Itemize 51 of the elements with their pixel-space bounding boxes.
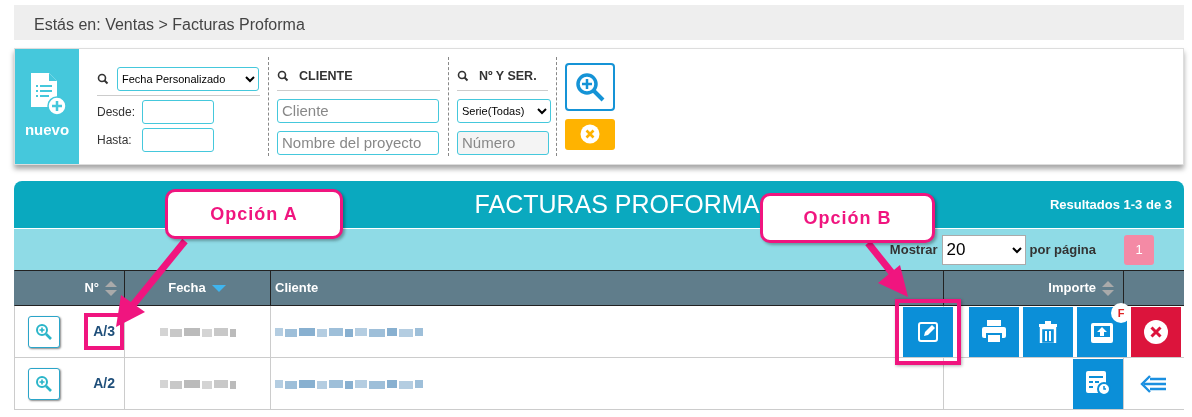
- printer-icon: [981, 319, 1007, 345]
- arrow-left-icon: [1140, 374, 1168, 394]
- number-field[interactable]: Número: [457, 130, 549, 155]
- section-heading: Nº Y SER.: [479, 68, 537, 85]
- delete-button[interactable]: [1023, 307, 1073, 357]
- field-label: Hasta:: [97, 132, 133, 149]
- tray-upload-icon: [1090, 320, 1114, 344]
- close-icon: [580, 124, 600, 145]
- sort-descending-icon[interactable]: [210, 283, 227, 293]
- text-field[interactable]: Nombre del proyecto: [277, 130, 439, 155]
- series-select[interactable]: Serie(Todas): [457, 98, 551, 123]
- per-page-label: por página: [1029, 240, 1096, 259]
- view-button[interactable]: [28, 367, 61, 400]
- cancel-button[interactable]: [1131, 307, 1181, 357]
- date-field[interactable]: [142, 128, 214, 152]
- column-header[interactable]: Cliente: [270, 270, 943, 306]
- search-button[interactable]: [565, 63, 615, 111]
- close-icon: [1144, 320, 1168, 344]
- table-title: FACTURAS PROFORMA: [474, 188, 760, 220]
- page-size-select[interactable]: 20: [941, 234, 1026, 265]
- view-button[interactable]: [28, 315, 61, 348]
- sort-icon[interactable]: [1101, 279, 1115, 297]
- date-field[interactable]: [142, 100, 214, 124]
- badge: F: [1111, 303, 1131, 323]
- text-field[interactable]: Cliente: [277, 98, 439, 123]
- results-count: Resultados 1-3 de 3: [1049, 195, 1172, 214]
- search-icon: [97, 73, 109, 85]
- callout: Opción A: [165, 189, 343, 239]
- column-header[interactable]: N°: [14, 270, 124, 306]
- column-header[interactable]: Importe: [943, 270, 1123, 306]
- sort-icon[interactable]: [104, 279, 118, 297]
- zoom-in-icon: [35, 374, 54, 393]
- edit-button[interactable]: [903, 307, 953, 357]
- zoom-in-icon: [574, 70, 606, 103]
- date-select[interactable]: Fecha Personalizado: [117, 67, 259, 91]
- callout: Opción B: [760, 193, 935, 243]
- search-icon: [277, 70, 289, 83]
- column-header[interactable]: Fecha: [124, 270, 270, 306]
- field-label: Desde:: [97, 104, 137, 121]
- header-cell: [1123, 270, 1184, 306]
- section-heading: CLIENTE: [299, 68, 353, 85]
- schedule-button[interactable]: [1073, 359, 1123, 409]
- breadcrumb: Estás en: Ventas > Facturas Proforma: [14, 5, 1184, 40]
- search-icon: [457, 70, 469, 83]
- show-label: Mostrar: [889, 240, 938, 259]
- print-button[interactable]: [969, 307, 1019, 357]
- trash-icon: [1037, 321, 1059, 343]
- invoice-number[interactable]: A/2: [84, 365, 124, 402]
- clear-button[interactable]: [565, 118, 615, 150]
- pencil-icon: [917, 321, 939, 343]
- zoom-in-icon: [35, 322, 54, 341]
